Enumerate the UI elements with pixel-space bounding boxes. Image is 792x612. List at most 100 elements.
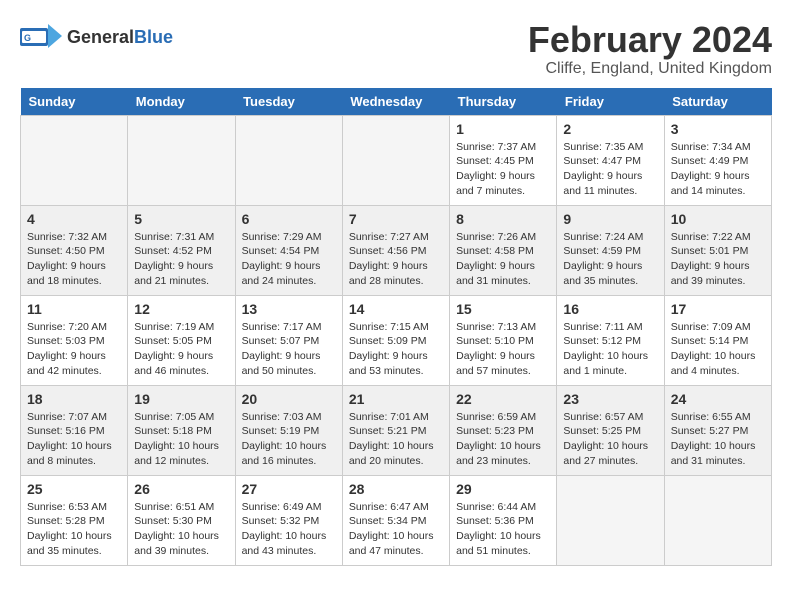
day-number: 17 (671, 301, 765, 317)
day-number: 19 (134, 391, 228, 407)
calendar-cell: 17 Sunrise: 7:09 AM Sunset: 5:14 PM Dayli… (664, 295, 771, 385)
calendar-cell: 26 Sunrise: 6:51 AM Sunset: 5:30 PM Dayli… (128, 475, 235, 565)
day-info: Sunrise: 6:49 AM Sunset: 5:32 PM Dayligh… (242, 500, 336, 559)
day-info: Sunrise: 7:24 AM Sunset: 4:59 PM Dayligh… (563, 230, 657, 289)
day-number: 6 (242, 211, 336, 227)
week-row-4: 18Sunrise: 7:07 AM Sunset: 5:16 PM Dayli… (21, 385, 772, 475)
calendar-cell (21, 115, 128, 205)
day-info: Sunrise: 6:57 AM Sunset: 5:25 PM Dayligh… (563, 410, 657, 469)
calendar-cell: 23 Sunrise: 6:57 AM Sunset: 5:25 PM Dayli… (557, 385, 664, 475)
day-number: 20 (242, 391, 336, 407)
day-number: 26 (134, 481, 228, 497)
day-info: Sunrise: 7:17 AM Sunset: 5:07 PM Dayligh… (242, 320, 336, 379)
logo: G GeneralBlue (20, 20, 173, 54)
weekday-header-thursday: Thursday (450, 88, 557, 116)
calendar-cell: 18Sunrise: 7:07 AM Sunset: 5:16 PM Dayli… (21, 385, 128, 475)
day-number: 15 (456, 301, 550, 317)
calendar-cell: 2 Sunrise: 7:35 AM Sunset: 4:47 PM Daylig… (557, 115, 664, 205)
calendar-cell: 10 Sunrise: 7:22 AM Sunset: 5:01 PM Dayli… (664, 205, 771, 295)
day-number: 21 (349, 391, 443, 407)
day-number: 28 (349, 481, 443, 497)
day-number: 22 (456, 391, 550, 407)
weekday-header-saturday: Saturday (664, 88, 771, 116)
day-number: 14 (349, 301, 443, 317)
day-info: Sunrise: 7:32 AM Sunset: 4:50 PM Dayligh… (27, 230, 121, 289)
calendar-cell: 13 Sunrise: 7:17 AM Sunset: 5:07 PM Dayli… (235, 295, 342, 385)
calendar-cell: 16Sunrise: 7:11 AM Sunset: 5:12 PM Dayli… (557, 295, 664, 385)
week-row-1: 1Sunrise: 7:37 AM Sunset: 4:45 PM Daylig… (21, 115, 772, 205)
logo-icon: G (20, 20, 62, 54)
calendar-cell: 21 Sunrise: 7:01 AM Sunset: 5:21 PM Dayli… (342, 385, 449, 475)
calendar-cell: 29 Sunrise: 6:44 AM Sunset: 5:36 PM Dayli… (450, 475, 557, 565)
day-info: Sunrise: 7:22 AM Sunset: 5:01 PM Dayligh… (671, 230, 765, 289)
calendar-cell: 8 Sunrise: 7:26 AM Sunset: 4:58 PM Daylig… (450, 205, 557, 295)
calendar-cell: 6Sunrise: 7:29 AM Sunset: 4:54 PM Daylig… (235, 205, 342, 295)
day-info: Sunrise: 7:09 AM Sunset: 5:14 PM Dayligh… (671, 320, 765, 379)
day-number: 29 (456, 481, 550, 497)
day-info: Sunrise: 7:13 AM Sunset: 5:10 PM Dayligh… (456, 320, 550, 379)
calendar-cell: 20Sunrise: 7:03 AM Sunset: 5:19 PM Dayli… (235, 385, 342, 475)
calendar-cell: 22 Sunrise: 6:59 AM Sunset: 5:23 PM Dayli… (450, 385, 557, 475)
day-number: 5 (134, 211, 228, 227)
calendar-cell (128, 115, 235, 205)
week-row-2: 4 Sunrise: 7:32 AM Sunset: 4:50 PM Daylig… (21, 205, 772, 295)
day-info: Sunrise: 7:01 AM Sunset: 5:21 PM Dayligh… (349, 410, 443, 469)
day-number: 3 (671, 121, 765, 137)
day-info: Sunrise: 7:35 AM Sunset: 4:47 PM Dayligh… (563, 140, 657, 199)
day-number: 4 (27, 211, 121, 227)
day-number: 2 (563, 121, 657, 137)
weekday-header-sunday: Sunday (21, 88, 128, 116)
day-info: Sunrise: 7:27 AM Sunset: 4:56 PM Dayligh… (349, 230, 443, 289)
day-info: Sunrise: 6:53 AM Sunset: 5:28 PM Dayligh… (27, 500, 121, 559)
day-number: 23 (563, 391, 657, 407)
calendar-cell: 5 Sunrise: 7:31 AM Sunset: 4:52 PM Daylig… (128, 205, 235, 295)
weekday-header-monday: Monday (128, 88, 235, 116)
calendar-cell: 15 Sunrise: 7:13 AM Sunset: 5:10 PM Dayli… (450, 295, 557, 385)
day-number: 8 (456, 211, 550, 227)
calendar-cell: 11 Sunrise: 7:20 AM Sunset: 5:03 PM Dayli… (21, 295, 128, 385)
calendar-cell: 14 Sunrise: 7:15 AM Sunset: 5:09 PM Dayli… (342, 295, 449, 385)
day-info: Sunrise: 7:20 AM Sunset: 5:03 PM Dayligh… (27, 320, 121, 379)
weekday-header-wednesday: Wednesday (342, 88, 449, 116)
header: G GeneralBlue February 2024 Cliffe, Engl… (20, 20, 772, 78)
day-info: Sunrise: 6:44 AM Sunset: 5:36 PM Dayligh… (456, 500, 550, 559)
day-number: 24 (671, 391, 765, 407)
svg-text:G: G (24, 33, 31, 43)
day-info: Sunrise: 7:07 AM Sunset: 5:16 PM Dayligh… (27, 410, 121, 469)
calendar-cell: 3 Sunrise: 7:34 AM Sunset: 4:49 PM Daylig… (664, 115, 771, 205)
calendar-cell: 7 Sunrise: 7:27 AM Sunset: 4:56 PM Daylig… (342, 205, 449, 295)
day-info: Sunrise: 7:19 AM Sunset: 5:05 PM Dayligh… (134, 320, 228, 379)
day-number: 13 (242, 301, 336, 317)
calendar-cell: 9 Sunrise: 7:24 AM Sunset: 4:59 PM Daylig… (557, 205, 664, 295)
day-number: 7 (349, 211, 443, 227)
calendar-subtitle: Cliffe, England, United Kingdom (528, 60, 772, 78)
weekday-header-row: SundayMondayTuesdayWednesdayThursdayFrid… (21, 88, 772, 116)
day-info: Sunrise: 7:31 AM Sunset: 4:52 PM Dayligh… (134, 230, 228, 289)
calendar-cell: 24Sunrise: 6:55 AM Sunset: 5:27 PM Dayli… (664, 385, 771, 475)
day-info: Sunrise: 7:26 AM Sunset: 4:58 PM Dayligh… (456, 230, 550, 289)
calendar-cell (342, 115, 449, 205)
calendar-cell: 27Sunrise: 6:49 AM Sunset: 5:32 PM Dayli… (235, 475, 342, 565)
weekday-header-tuesday: Tuesday (235, 88, 342, 116)
day-info: Sunrise: 6:47 AM Sunset: 5:34 PM Dayligh… (349, 500, 443, 559)
calendar-cell: 28 Sunrise: 6:47 AM Sunset: 5:34 PM Dayli… (342, 475, 449, 565)
day-number: 10 (671, 211, 765, 227)
calendar-table: SundayMondayTuesdayWednesdayThursdayFrid… (20, 88, 772, 566)
day-number: 9 (563, 211, 657, 227)
day-info: Sunrise: 6:51 AM Sunset: 5:30 PM Dayligh… (134, 500, 228, 559)
day-number: 11 (27, 301, 121, 317)
day-info: Sunrise: 7:05 AM Sunset: 5:18 PM Dayligh… (134, 410, 228, 469)
day-number: 25 (27, 481, 121, 497)
day-info: Sunrise: 7:15 AM Sunset: 5:09 PM Dayligh… (349, 320, 443, 379)
week-row-5: 25 Sunrise: 6:53 AM Sunset: 5:28 PM Dayli… (21, 475, 772, 565)
calendar-cell (557, 475, 664, 565)
weekday-header-friday: Friday (557, 88, 664, 116)
day-info: Sunrise: 7:34 AM Sunset: 4:49 PM Dayligh… (671, 140, 765, 199)
logo-blue: Blue (134, 27, 173, 47)
week-row-3: 11 Sunrise: 7:20 AM Sunset: 5:03 PM Dayli… (21, 295, 772, 385)
day-info: Sunrise: 7:37 AM Sunset: 4:45 PM Dayligh… (456, 140, 550, 199)
day-number: 12 (134, 301, 228, 317)
day-number: 16 (563, 301, 657, 317)
day-info: Sunrise: 6:59 AM Sunset: 5:23 PM Dayligh… (456, 410, 550, 469)
calendar-cell (235, 115, 342, 205)
